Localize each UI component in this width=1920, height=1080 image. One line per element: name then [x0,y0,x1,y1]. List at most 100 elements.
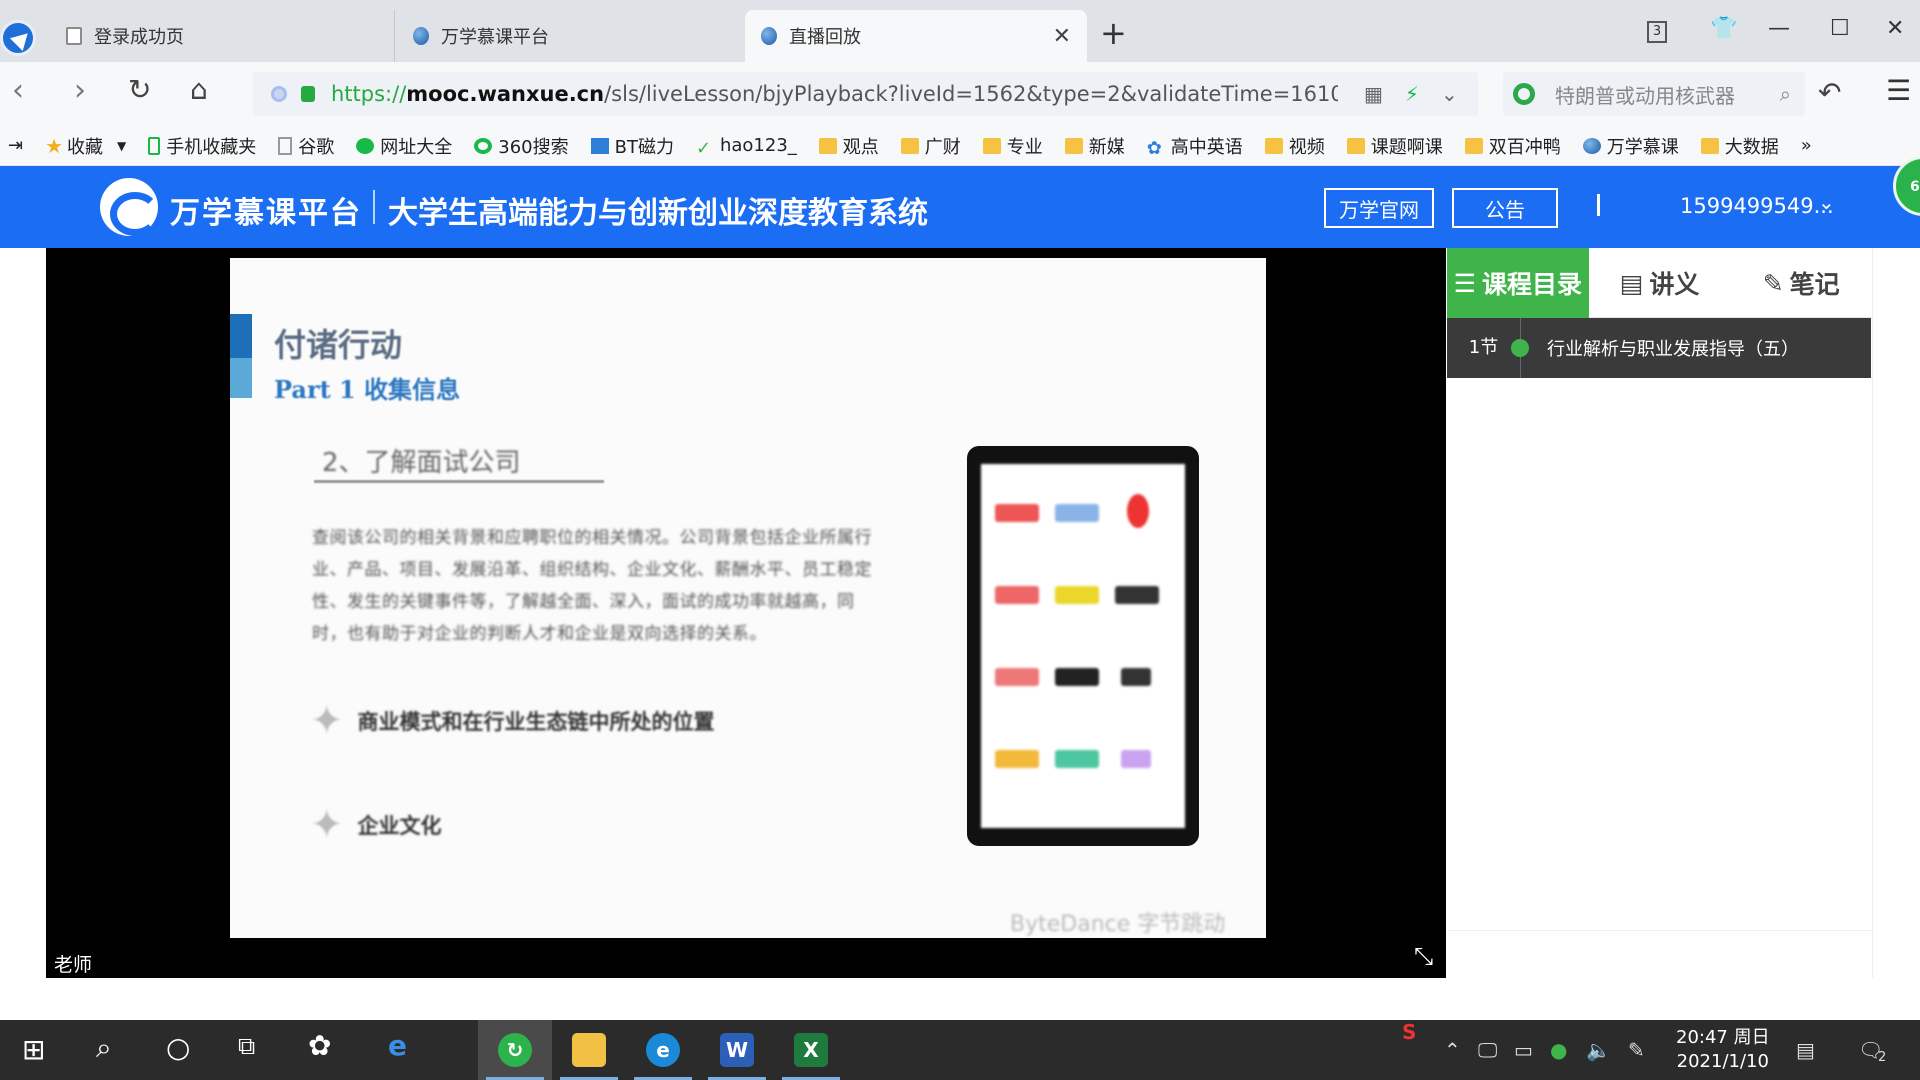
network-icon[interactable]: 🖵 [1478,1038,1497,1062]
search-box[interactable]: 特朗普或动用核武器 ⌕ [1503,72,1805,116]
maximize-button[interactable]: ☐ [1830,16,1850,41]
bookmark-folder[interactable]: 课题啊课 [1346,133,1443,159]
address-bar[interactable]: https://mooc.wanxue.cn/sls/liveLesson/bj… [253,72,1478,116]
bookmark-folder[interactable]: 视频 [1264,133,1325,159]
url-path: /sls/liveLesson/bjyPlayback?liveId=1562&… [604,82,1411,106]
document-icon: ▤ [1619,268,1644,298]
tab-handout[interactable]: ▤ 讲义 [1589,248,1731,318]
tab-notes[interactable]: ✎ 笔记 [1730,248,1872,318]
tablet-screen [981,464,1185,828]
browser-tab[interactable]: 万学慕课平台 [397,10,742,62]
user-account[interactable]: 1599499549... [1680,194,1834,218]
bookmark-item[interactable]: ★ 收藏 ▼ [45,133,126,159]
minimize-button[interactable]: — [1768,16,1790,41]
sidebar-toggle-icon[interactable]: ⇥ [8,135,23,156]
taskbar-360-browser[interactable]: ↻ [478,1020,552,1080]
search-icon[interactable]: ⌕ [96,1034,112,1062]
taskbar-file-explorer[interactable] [552,1020,626,1080]
taskbar-excel[interactable]: X [774,1020,848,1080]
bookmark-item[interactable]: BT磁力 [590,133,674,159]
security-app-icon[interactable]: ● [1550,1038,1567,1062]
qrcode-icon[interactable]: ▦ [1364,82,1383,106]
app-logo-icon [1055,586,1099,604]
browser-logo-icon[interactable] [0,20,36,56]
sparkle-icon: ✦ [310,802,344,848]
back-button[interactable]: ‹ [12,76,24,106]
home-button[interactable]: ⌂ [190,76,208,104]
pen-icon[interactable]: ✎ [1628,1038,1645,1062]
bookmark-item[interactable]: 手机收藏夹 [148,133,256,159]
bookmark-item[interactable]: 谷歌 [278,133,334,159]
exit-fullscreen-icon[interactable]: ⤡ [1414,942,1433,970]
speed-mode-icon[interactable]: ⚡ [1405,82,1419,106]
official-site-button[interactable]: 万学官网 [1324,188,1434,228]
url-domain: mooc.wanxue.cn [406,82,605,106]
bookmark-folder[interactable]: 大数据 [1700,133,1779,159]
bookmark-item[interactable]: ✿ 高中英语 [1147,133,1243,159]
caret-down-icon[interactable]: ▼ [117,139,126,153]
document-icon [66,27,82,45]
bookmark-folder[interactable]: 观点 [818,133,879,159]
site-slogan: 大学生高端能力与创新创业深度教育系统 [388,196,928,231]
battery-icon[interactable]: ▭ [1514,1038,1533,1062]
bookmark-folder[interactable]: 广财 [900,133,961,159]
site-logo-icon[interactable] [100,178,160,236]
volume-icon[interactable]: 🔈 [1586,1038,1611,1062]
windows-start-icon[interactable]: ⊞ [22,1036,45,1064]
bookmark-label: 观点 [842,136,879,158]
bookmark-label: 新媒 [1088,136,1125,158]
tab-course-catalog[interactable]: ☰ 课程目录 [1447,248,1589,318]
bookmark-folder[interactable]: 新媒 [1064,133,1125,159]
bookmark-folder[interactable]: 专业 [982,133,1043,159]
folder-icon [1264,137,1283,154]
new-tab-button[interactable]: + [1100,17,1127,49]
bookmark-folder[interactable]: 双百冲鸭 [1464,133,1561,159]
video-player[interactable]: 付诸行动 Part 1 收集信息 2、了解面试公司 查阅该公司的相关背景和应聘职… [46,248,1446,978]
browser-tab[interactable]: 登录成功页 [50,10,395,62]
chevron-down-icon[interactable]: ⌄ [1441,82,1458,106]
forward-button[interactable]: › [74,76,86,106]
taskbar-word[interactable]: W [700,1020,774,1080]
notice-button[interactable]: 公告 [1452,188,1558,228]
sogou-input-icon[interactable]: S [1402,1020,1416,1044]
tablet-illustration [967,446,1199,846]
ie-browser-icon[interactable]: e [388,1032,407,1060]
bookmark-item[interactable]: 360搜索 [474,133,569,159]
lesson-title: 行业解析与职业发展指导（五） [1547,339,1799,360]
cortana-icon[interactable]: ○ [166,1034,190,1062]
close-window-button[interactable]: ✕ [1886,16,1904,41]
bookmark-item[interactable]: 网址大全 [356,133,452,159]
close-tab-icon[interactable]: ✕ [1053,24,1071,49]
menu-icon[interactable]: ☰ [1886,74,1911,107]
address-bar-tools: ▦ ⚡ ⌄ [1338,72,1478,116]
site-name[interactable]: 万学慕课平台 [170,188,362,232]
bookmarks-bar: ⇥ ★ 收藏 ▼ 手机收藏夹 谷歌 网址大全 360搜索 BT磁力 ✓ hao123_… [0,126,1920,166]
browser-tab-active[interactable]: 直播回放 ✕ [745,10,1087,62]
lesson-item[interactable]: 1节 行业解析与职业发展指导（五） [1447,318,1871,378]
chevron-down-icon[interactable]: ⌄ [1818,190,1835,214]
shirt-skin-icon[interactable]: 👕 [1710,16,1737,41]
course-panel: ☰ 课程目录 ▤ 讲义 ✎ 笔记 1节 行业解析与职业发展指导（五） [1447,248,1873,978]
undo-close-tab-icon[interactable]: ↶ [1818,76,1841,109]
security-shield-icon [271,86,287,102]
bookmark-label: 课题啊课 [1370,136,1443,158]
bookmark-label: 网址大全 [380,136,453,158]
system-clock[interactable]: 20:47 周日 2021/1/10 [1676,1026,1770,1074]
tab-count-badge[interactable]: 3 [1647,21,1667,43]
app-pinwheel-icon[interactable]: ✿ [308,1032,331,1060]
notification-count: 2 [1878,1050,1887,1065]
tab-title: 万学慕课平台 [441,27,549,48]
bookmark-item[interactable]: ✓ hao123_ [696,135,797,159]
bookmark-label: 视频 [1288,136,1325,158]
search-icon[interactable]: ⌕ [1780,82,1791,106]
bookmarks-more-button[interactable]: » [1801,135,1812,156]
tab-title: 直播回放 [789,27,861,48]
task-view-icon[interactable]: ⧉ [238,1034,255,1058]
notes-icon[interactable]: ▤ [1796,1038,1815,1062]
chevron-up-icon[interactable]: ⌃ [1444,1038,1461,1062]
taskbar-edge[interactable]: e [626,1020,700,1080]
panel-divider [1447,930,1873,931]
lecture-slide: 付诸行动 Part 1 收集信息 2、了解面试公司 查阅该公司的相关背景和应聘职… [230,258,1266,938]
reload-button[interactable]: ↻ [128,76,151,104]
bookmark-item[interactable]: 万学慕课 [1582,133,1679,159]
